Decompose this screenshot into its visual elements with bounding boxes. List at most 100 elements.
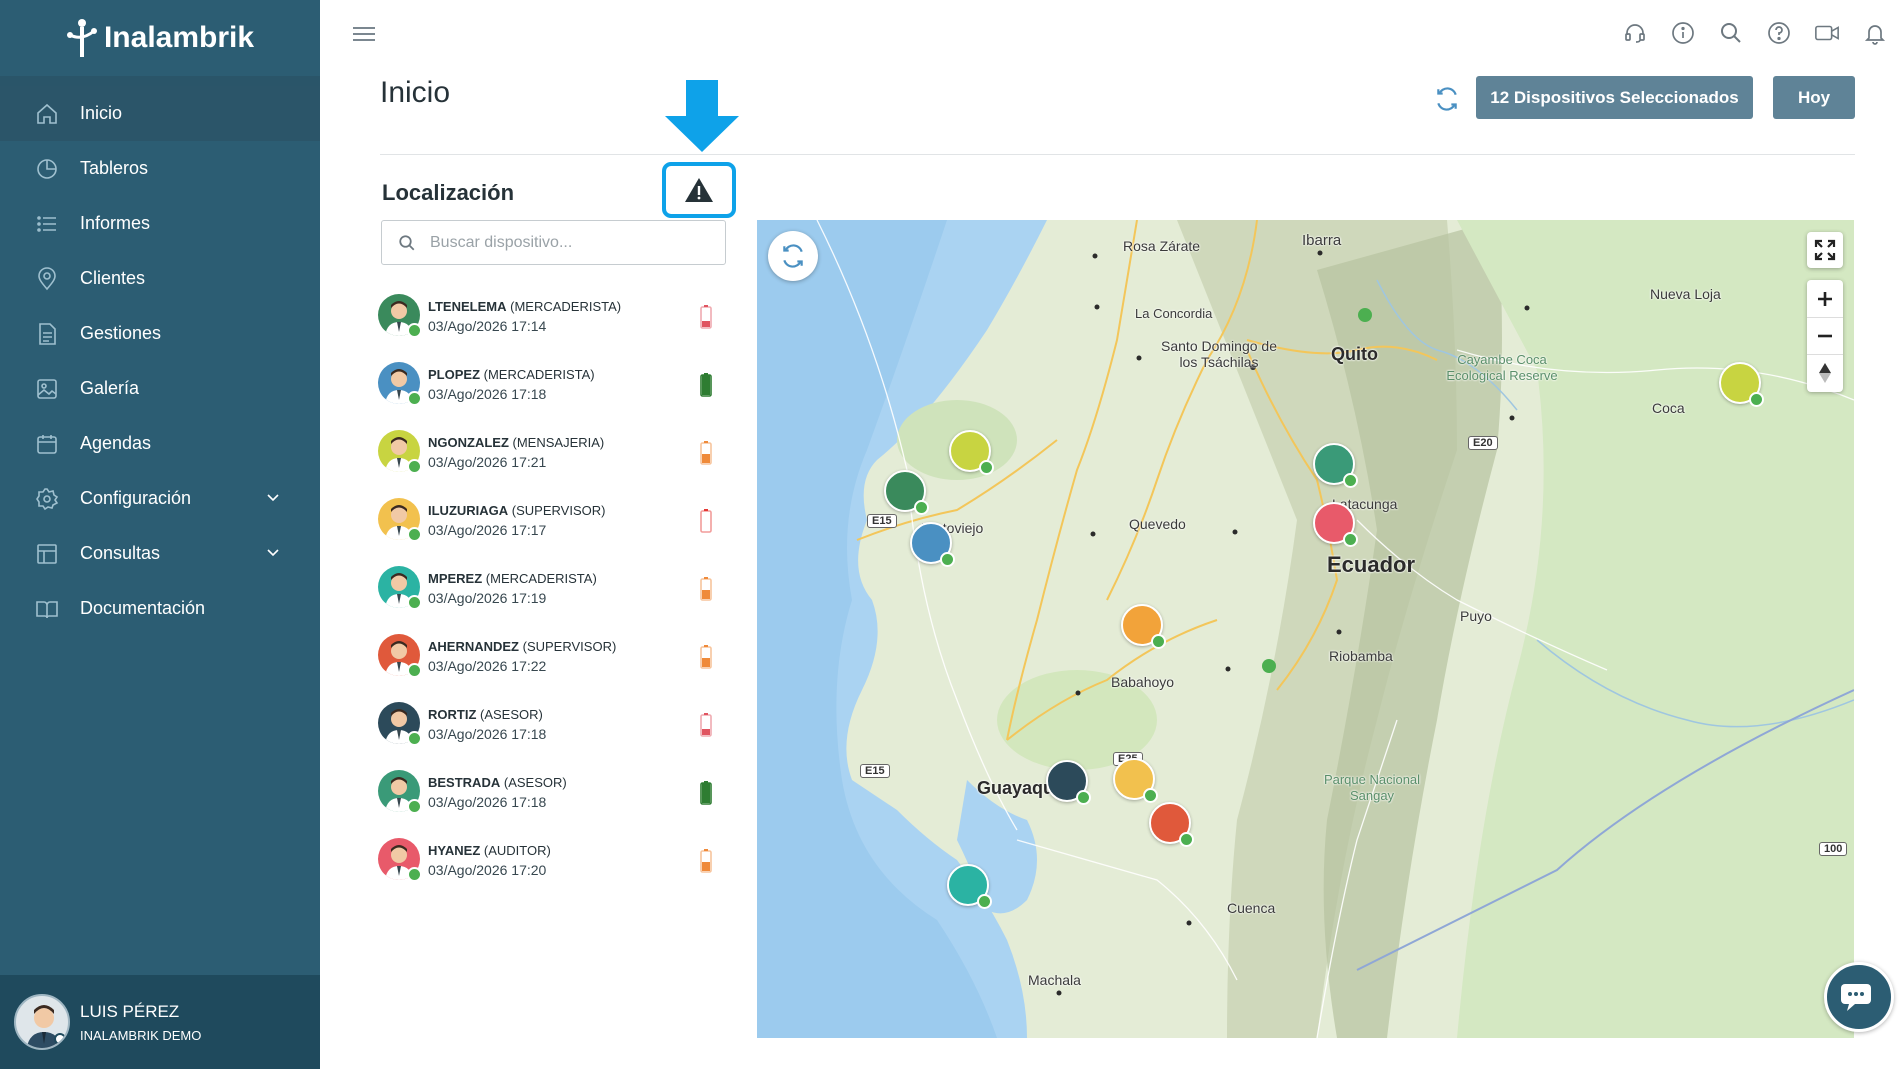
map-device-marker[interactable] — [1046, 760, 1091, 805]
avatar — [378, 838, 422, 882]
map-device-marker[interactable] — [1113, 758, 1158, 803]
online-status-dot — [407, 323, 422, 338]
help-icon[interactable] — [1766, 20, 1792, 46]
sidebar-item-documentacion[interactable]: Documentación — [0, 581, 320, 636]
road-shield: E15 — [860, 764, 890, 778]
online-status-dot — [979, 460, 994, 475]
device-list-item[interactable]: RORTIZ (ASESOR) 03/Ago/2026 17:18 — [378, 702, 728, 770]
map-device-marker[interactable] — [1121, 604, 1166, 649]
avatar — [378, 430, 422, 474]
map-device-marker[interactable] — [910, 522, 955, 567]
device-user: ILUZURIAGA — [428, 503, 509, 518]
place-label: La Concordia — [1135, 306, 1213, 321]
avatar — [378, 294, 422, 338]
map-device-marker[interactable] — [1313, 443, 1358, 488]
online-status-dot — [1179, 832, 1194, 847]
battery-icon — [700, 713, 712, 737]
device-timestamp: 03/Ago/2026 17:20 — [428, 862, 547, 878]
inalambrik-logo-icon — [66, 19, 97, 57]
zoom-out-button[interactable] — [1807, 318, 1843, 355]
online-status-dot — [54, 1033, 66, 1045]
map-device-marker[interactable] — [1149, 802, 1194, 847]
user-name: LUIS PÉREZ — [80, 1001, 180, 1021]
map[interactable]: Rosa Zárate Ibarra La Concordia Santo Do… — [757, 220, 1854, 1038]
online-status-dot — [407, 663, 422, 678]
road-shield: E20 — [1468, 436, 1498, 450]
device-role: (SUPERVISOR) — [522, 639, 617, 654]
page-title: Inicio — [380, 76, 451, 109]
avatar — [14, 994, 70, 1050]
place-label: Riobamba — [1329, 648, 1393, 664]
device-list-item[interactable]: BESTRADA (ASESOR) 03/Ago/2026 17:18 — [378, 770, 728, 838]
sidebar-item-informes[interactable]: Informes — [0, 196, 320, 251]
device-list-item[interactable]: HYANEZ (AUDITOR) 03/Ago/2026 17:20 — [378, 838, 728, 906]
refresh-icon[interactable] — [1434, 86, 1460, 112]
online-status-dot — [407, 527, 422, 542]
info-icon[interactable] — [1670, 20, 1696, 46]
map-device-marker[interactable] — [884, 470, 929, 515]
device-list-item[interactable]: AHERNANDEZ (SUPERVISOR) 03/Ago/2026 17:2… — [378, 634, 728, 702]
list-icon — [34, 211, 60, 237]
place-label: Parque Nacional Sangay — [1323, 772, 1421, 803]
search-icon[interactable] — [1718, 20, 1744, 46]
device-user: NGONZALEZ — [428, 435, 509, 450]
map-device-marker[interactable] — [1313, 502, 1358, 547]
device-list: LTENELEMA (MERCADERISTA) 03/Ago/2026 17:… — [378, 294, 728, 906]
place-label: Quito — [1331, 344, 1378, 364]
battery-icon — [700, 441, 712, 465]
device-timestamp: 03/Ago/2026 17:18 — [428, 794, 547, 810]
sidebar-item-agendas[interactable]: Agendas — [0, 416, 320, 471]
sidebar-item-gestiones[interactable]: Gestiones — [0, 306, 320, 361]
compass-button[interactable] — [1807, 355, 1843, 392]
device-user: AHERNANDEZ — [428, 639, 519, 654]
location-section-title: Localización — [382, 180, 515, 205]
book-icon — [34, 596, 60, 622]
device-list-item[interactable]: ILUZURIAGA (SUPERVISOR) 03/Ago/2026 17:1… — [378, 498, 728, 566]
sidebar-item-consultas[interactable]: Consultas — [0, 526, 320, 581]
device-list-item[interactable]: NGONZALEZ (MENSAJERIA) 03/Ago/2026 17:21 — [378, 430, 728, 498]
fullscreen-button[interactable] — [1807, 232, 1843, 268]
online-status-dot — [407, 391, 422, 406]
map-refresh-button[interactable] — [768, 231, 818, 281]
map-device-marker[interactable] — [947, 864, 992, 909]
user-profile[interactable]: LUIS PÉREZ INALAMBRIK DEMO — [0, 975, 320, 1069]
menu-icon[interactable] — [353, 26, 375, 42]
chevron-down-icon[interactable] — [266, 545, 280, 559]
online-status-dot — [1151, 634, 1166, 649]
alert-button[interactable] — [662, 162, 736, 218]
today-button[interactable]: Hoy — [1773, 76, 1855, 119]
bell-icon[interactable] — [1862, 20, 1888, 46]
battery-icon — [700, 781, 712, 805]
device-list-item[interactable]: MPEREZ (MERCADERISTA) 03/Ago/2026 17:19 — [378, 566, 728, 634]
map-device-marker[interactable] — [949, 430, 994, 475]
road-shield: E15 — [867, 514, 897, 528]
online-status-dot — [1749, 392, 1764, 407]
brand-logo[interactable]: Inalambrik — [0, 0, 320, 76]
device-timestamp: 03/Ago/2026 17:17 — [428, 522, 547, 538]
map-device-marker[interactable] — [1719, 362, 1764, 407]
place-label: Ibarra — [1302, 232, 1342, 249]
sidebar-nav: Inicio Tableros Informes Clientes Gestio… — [0, 86, 320, 636]
headset-icon[interactable] — [1622, 20, 1648, 46]
device-timestamp: 03/Ago/2026 17:18 — [428, 726, 547, 742]
video-icon[interactable] — [1814, 20, 1840, 46]
sidebar-item-clientes[interactable]: Clientes — [0, 251, 320, 306]
sidebar-item-inicio[interactable]: Inicio — [0, 86, 320, 141]
chat-button[interactable] — [1824, 962, 1894, 1032]
zoom-in-button[interactable] — [1807, 281, 1843, 318]
sidebar-item-tableros[interactable]: Tableros — [0, 141, 320, 196]
sidebar-item-galeria[interactable]: Galería — [0, 361, 320, 416]
device-list-item[interactable]: LTENELEMA (MERCADERISTA) 03/Ago/2026 17:… — [378, 294, 728, 362]
battery-icon — [700, 645, 712, 669]
place-label: Coca — [1652, 400, 1685, 416]
device-list-item[interactable]: PLOPEZ (MERCADERISTA) 03/Ago/2026 17:18 — [378, 362, 728, 430]
device-timestamp: 03/Ago/2026 17:21 — [428, 454, 547, 470]
battery-icon — [700, 373, 712, 397]
sidebar-item-configuracion[interactable]: Configuración — [0, 471, 320, 526]
chevron-down-icon[interactable] — [266, 490, 280, 504]
compass-icon — [1819, 363, 1831, 383]
search-input[interactable] — [430, 233, 710, 252]
selected-devices-button[interactable]: 12 Dispositivos Seleccionados — [1476, 76, 1753, 119]
online-status-dot — [407, 459, 422, 474]
place-label: Quevedo — [1129, 516, 1186, 532]
